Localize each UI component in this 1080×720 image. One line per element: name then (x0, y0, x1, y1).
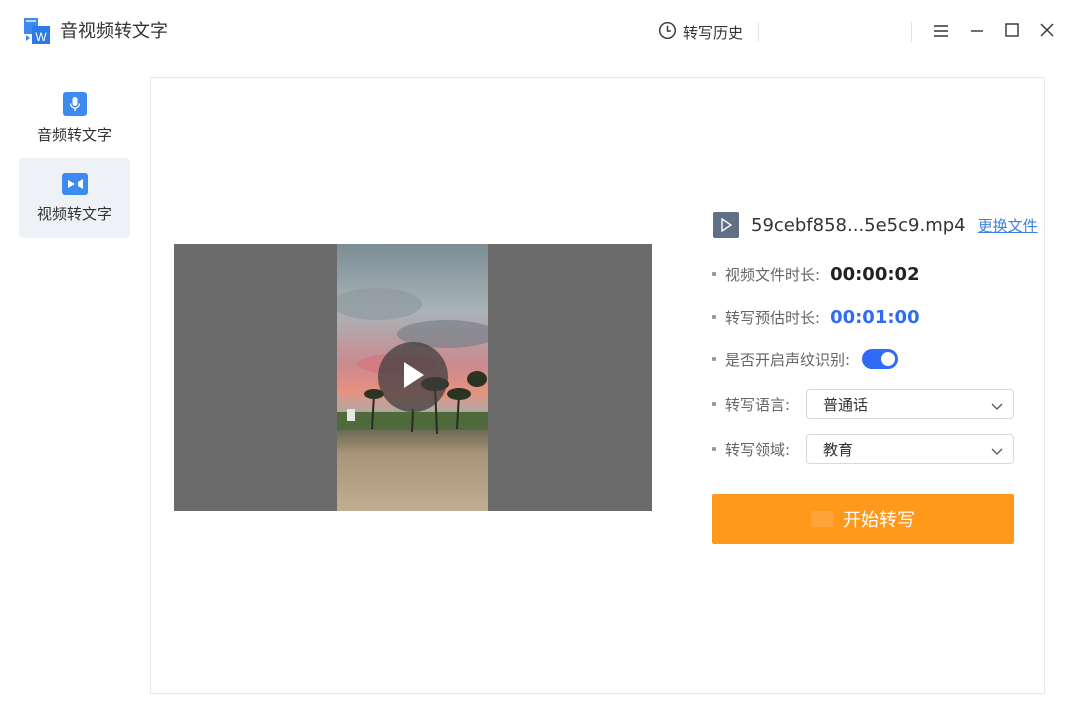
file-row: 59cebf858...5e5c9.mp4 更换文件 (713, 212, 1038, 238)
close-button[interactable] (1035, 20, 1059, 44)
voiceprint-label: 是否开启声纹识别: (725, 350, 851, 369)
bullet (712, 357, 716, 361)
history-label: 转写历史 (683, 23, 744, 42)
title-bar: W 音视频转文字 转写历史 (0, 0, 1080, 64)
video-camera-icon (61, 172, 88, 195)
language-value: 普通话 (823, 395, 869, 414)
sidebar-item-video-to-text[interactable]: 视频转文字 (19, 158, 130, 238)
video-file-icon (713, 212, 739, 238)
duration-row: 视频文件时长: 00:00:02 (712, 259, 920, 289)
minimize-icon (969, 23, 985, 42)
sidebar-item-label: 音频转文字 (36, 125, 112, 144)
domain-value: 教育 (823, 440, 854, 459)
toggle-knob (881, 352, 896, 366)
language-row: 转写语言: (712, 389, 790, 419)
hamburger-icon (933, 23, 949, 42)
estimate-label: 转写预估时长: (725, 308, 821, 327)
language-label: 转写语言: (725, 395, 791, 414)
domain-label: 转写领域: (725, 440, 791, 459)
menu-button[interactable] (929, 20, 953, 44)
chevron-down-icon (991, 443, 1003, 461)
maximize-button[interactable] (1000, 20, 1024, 44)
voiceprint-row: 是否开启声纹识别: (712, 344, 899, 374)
app-logo-icon: W (24, 18, 50, 44)
bullet (712, 402, 716, 406)
estimate-value: 00:01:00 (830, 306, 920, 328)
bullet (712, 315, 716, 319)
change-file-link[interactable]: 更换文件 (978, 215, 1038, 236)
header-divider (911, 22, 912, 42)
sidebar-item-label: 视频转文字 (36, 204, 112, 223)
play-icon (400, 360, 426, 394)
play-button[interactable] (378, 342, 448, 412)
transcribe-icon (811, 511, 833, 527)
file-name: 59cebf858...5e5c9.mp4 (751, 214, 966, 236)
clock-icon (658, 21, 677, 44)
chevron-down-icon (991, 398, 1003, 416)
history-button[interactable]: 转写历史 (658, 20, 743, 44)
maximize-icon (1004, 22, 1020, 42)
app-title: 音视频转文字 (60, 21, 168, 42)
domain-row: 转写领域: (712, 434, 790, 464)
video-preview[interactable] (174, 244, 652, 511)
estimate-row: 转写预估时长: 00:01:00 (712, 302, 920, 332)
voiceprint-toggle[interactable] (862, 349, 899, 369)
duration-value: 00:00:02 (830, 263, 920, 285)
sidebar-item-audio-to-text[interactable]: 音频转文字 (19, 78, 130, 158)
header-divider (758, 22, 759, 42)
start-transcribe-button[interactable]: 开始转写 (712, 494, 1014, 544)
domain-select[interactable]: 教育 (806, 434, 1014, 464)
bullet (712, 272, 716, 276)
microphone-icon (62, 91, 87, 116)
sidebar: 音频转文字 视频转文字 (19, 78, 130, 238)
language-select[interactable]: 普通话 (806, 389, 1014, 419)
bullet (712, 447, 716, 451)
duration-label: 视频文件时长: (725, 265, 821, 284)
start-transcribe-label: 开始转写 (843, 510, 915, 531)
svg-text:W: W (35, 30, 47, 44)
close-icon (1039, 22, 1055, 42)
minimize-button[interactable] (965, 20, 989, 44)
